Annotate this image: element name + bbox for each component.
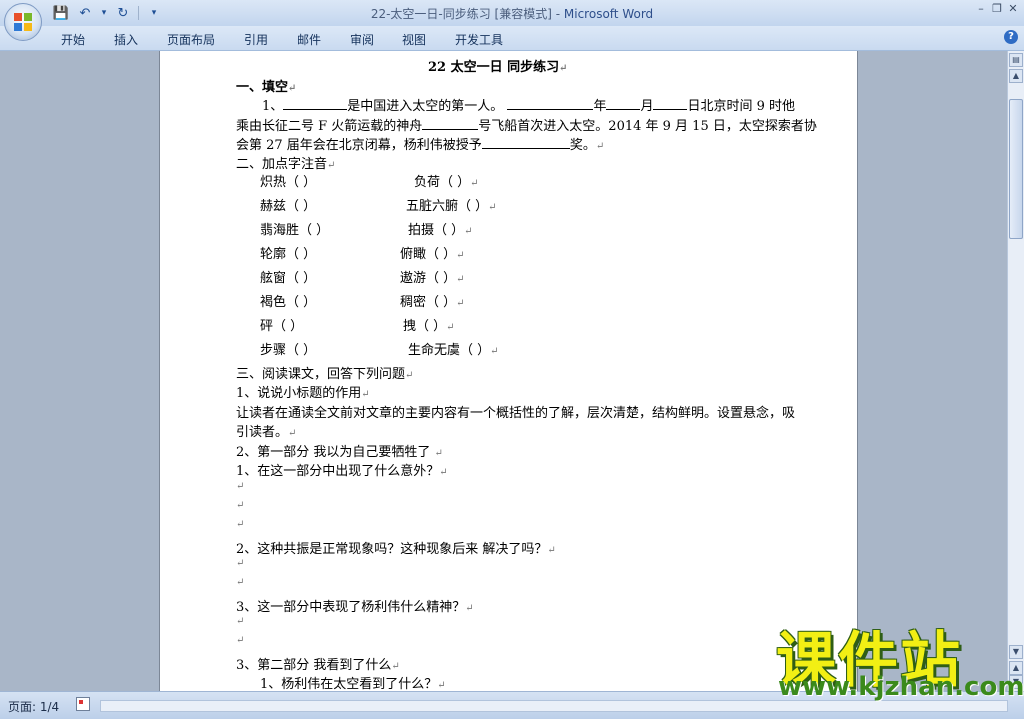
blank-field[interactable] [653, 96, 688, 110]
pinyin-item: 翡海胜（ ） [260, 223, 330, 238]
restore-button[interactable]: ❐ [990, 2, 1004, 16]
pinyin-item: 稠密（ ）↵ [400, 295, 465, 310]
tab-references[interactable]: 引用 [244, 31, 268, 48]
pinyin-item: 轮廓（ ） [260, 247, 317, 262]
pinyin-item: 拽（ ）↵ [403, 319, 455, 334]
tab-mailings[interactable]: 邮件 [297, 31, 321, 48]
reading-question-1: 1、说说小标题的作用↵ [236, 386, 370, 401]
window-title: 22-太空一日-同步练习 [兼容模式] - Microsoft Word [0, 5, 1024, 22]
ruler-toggle-icon[interactable]: ▤ [1009, 53, 1023, 67]
empty-paragraph: ↵ [236, 519, 245, 530]
question-1-line-3: 会第 27 届年会在北京闭幕，杨利伟被授予 奖。↵ [236, 134, 604, 153]
part-2-heading: 3、第二部分 我看到了什么↵ [236, 658, 400, 673]
blank-field[interactable] [606, 96, 641, 110]
tab-insert[interactable]: 插入 [114, 31, 138, 48]
pinyin-item: 赫兹（ ） [260, 199, 317, 214]
tab-home[interactable]: 开始 [61, 31, 85, 48]
watermark-url: www.kjzhan.com [778, 672, 1024, 702]
document-title: 22-太空一日-同步练习 [兼容模式] - [370, 7, 564, 21]
blank-field[interactable] [481, 135, 570, 149]
doc-title: 22 太空一日 同步练习↵ [428, 60, 568, 75]
blank-field[interactable] [507, 96, 594, 110]
proofing-icon[interactable] [76, 697, 90, 711]
pinyin-item: 炽热（ ） [260, 175, 317, 190]
tab-review[interactable]: 审阅 [350, 31, 374, 48]
close-button[interactable]: ✕ [1006, 2, 1020, 16]
scroll-thumb[interactable] [1009, 99, 1023, 239]
scroll-up-icon[interactable]: ▲ [1009, 69, 1023, 83]
pinyin-item: 遨游（ ）↵ [400, 271, 465, 286]
tab-view[interactable]: 视图 [402, 31, 426, 48]
tab-developer[interactable]: 开发工具 [455, 31, 503, 48]
section-fill-blank: 一、填空↵ [236, 80, 297, 95]
part-1-question-2: 2、这种共振是正常现象吗？这种现象后来 解决了吗？↵ [236, 542, 556, 557]
part-1-question-1: 1、在这一部分中出现了什么意外？↵ [236, 464, 448, 479]
pinyin-item: 褐色（ ） [260, 295, 317, 310]
vertical-scrollbar[interactable]: ▤ ▲ ▼ ▲ ▼ [1007, 51, 1024, 691]
blank-field[interactable] [283, 96, 348, 110]
pinyin-item: 五脏六腑（ ）↵ [406, 199, 497, 214]
blank-field[interactable] [422, 116, 479, 130]
question-1-line-2: 乘由长征二号 F 火箭运载的神舟 号飞船首次进入太空。2014 年 9 月 15 … [236, 115, 817, 134]
document-page[interactable]: 22 太空一日 同步练习↵ 一、填空↵ 1、 是中国进入太空的第一人。 年月日北京… [159, 51, 858, 691]
reading-answer-line-1: 让读者在通读全文前对文章的主要内容有一个概括性的了解，层次清楚，结构鲜明。设置悬… [236, 406, 796, 421]
question-1-line-1: 1、 是中国进入太空的第一人。 年月日北京时间 9 时他 [262, 95, 795, 114]
part-1-heading: 2、第一部分 我以为自己要牺牲了 ↵ [236, 445, 443, 460]
empty-paragraph: ↵ [236, 635, 245, 646]
app-name: Microsoft Word [563, 7, 654, 21]
help-icon[interactable]: ? [1004, 30, 1018, 44]
reading-answer-line-2: 引读者。↵ [236, 425, 297, 440]
empty-paragraph: ↵ [236, 577, 245, 588]
title-bar: 💾 ↶ ▾ ↻ ▾ 22-太空一日-同步练习 [兼容模式] - Microsof… [0, 0, 1024, 26]
empty-paragraph: ↵ [236, 500, 245, 511]
section-pinyin: 二、加点字注音↵ [236, 157, 336, 172]
window-controls: – ❐ ✕ [974, 2, 1020, 16]
document-area: 22 太空一日 同步练习↵ 一、填空↵ 1、 是中国进入太空的第一人。 年月日北京… [0, 51, 1008, 691]
pinyin-item: 步骤（ ） [260, 343, 317, 358]
part-1-question-3: 3、这一部分中表现了杨利伟什么精神？↵ [236, 600, 474, 615]
part-2-question-1: 1、杨利伟在太空看到了什么？↵ [260, 677, 446, 691]
page-counter[interactable]: 页面: 1/4 [8, 698, 59, 715]
pinyin-item: 拍摄（ ）↵ [408, 223, 473, 238]
office-logo-icon [14, 13, 32, 31]
pinyin-item: 负荷（ ）↵ [414, 175, 479, 190]
section-reading: 三、阅读课文，回答下列问题↵ [236, 367, 414, 382]
pinyin-item: 舷窗（ ） [260, 271, 317, 286]
empty-paragraph: ↵ [236, 616, 245, 627]
office-button[interactable] [4, 3, 42, 41]
empty-paragraph: ↵ [236, 481, 245, 492]
pinyin-item: 生命无虞（ ）↵ [408, 343, 499, 358]
ribbon-tabs: 开始 插入 页面布局 引用 邮件 审阅 视图 开发工具 ? [0, 26, 1024, 51]
pinyin-item: 俯瞰（ ）↵ [400, 247, 465, 262]
empty-paragraph: ↵ [236, 558, 245, 569]
scroll-down-icon[interactable]: ▼ [1009, 645, 1023, 659]
minimize-button[interactable]: – [974, 2, 988, 16]
tab-page-layout[interactable]: 页面布局 [167, 31, 215, 48]
pinyin-item: 砰（ ） [260, 319, 304, 334]
